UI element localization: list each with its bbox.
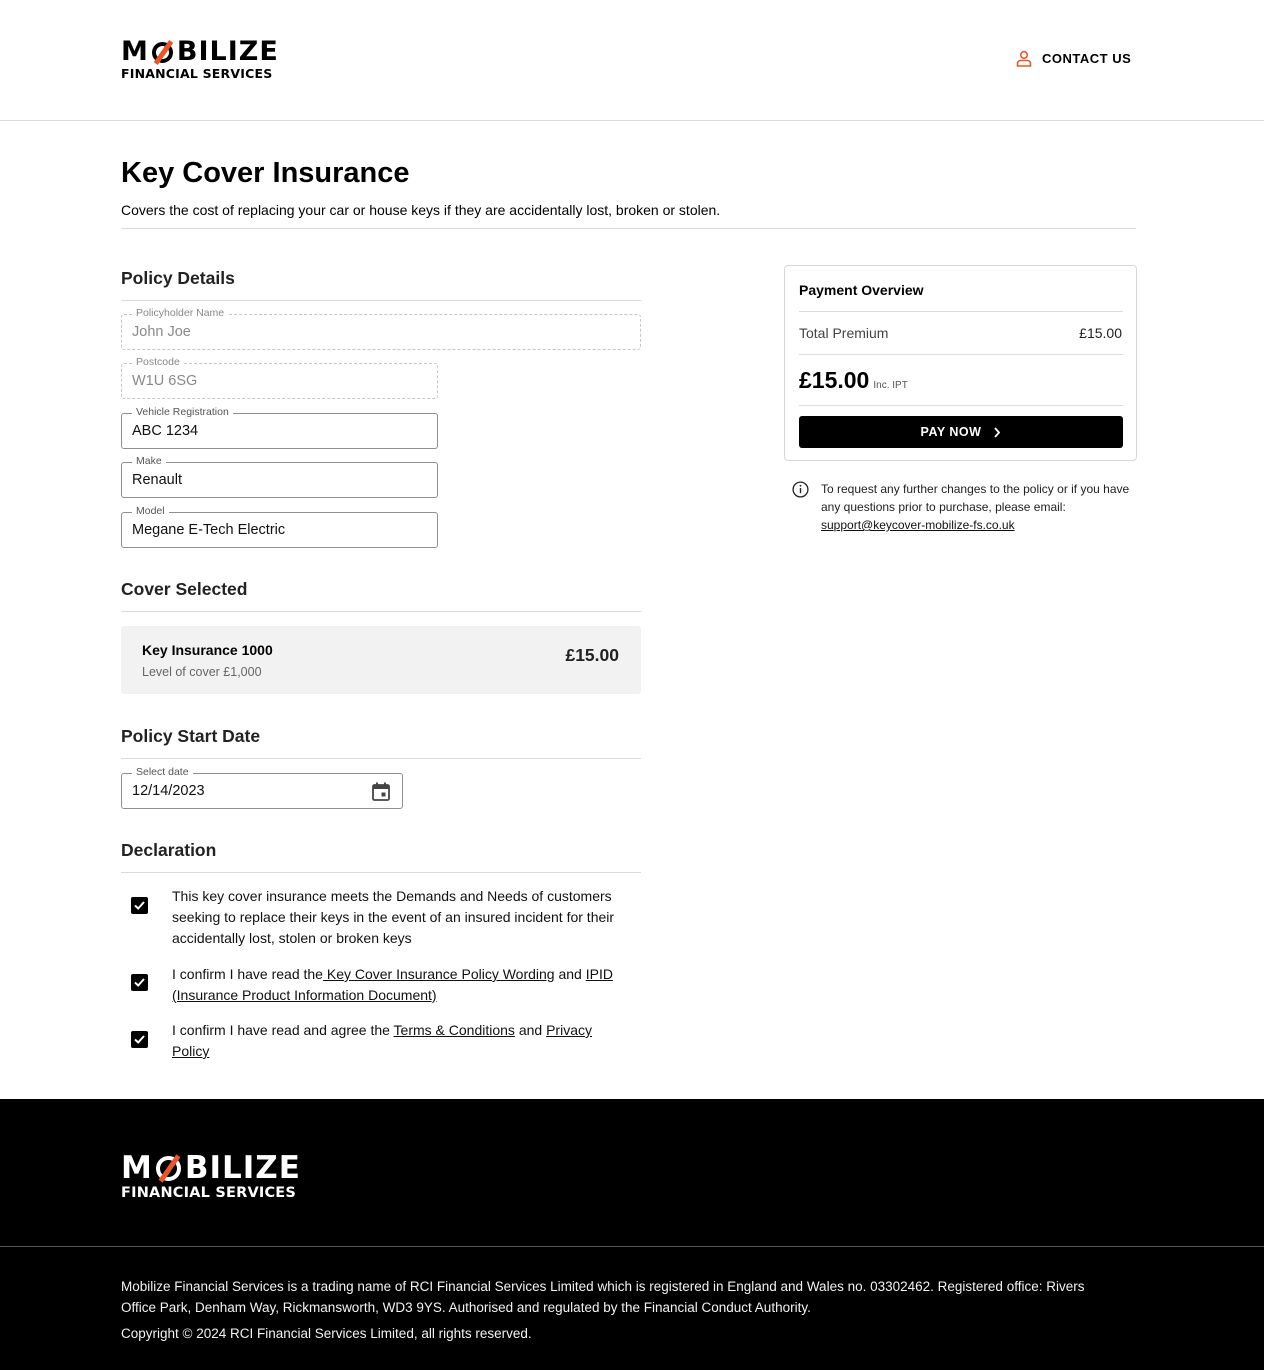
model-value: Megane E-Tech Electric (132, 522, 286, 538)
start-date-label: Select date (132, 766, 193, 778)
start-date-input[interactable]: Select date 12/14/2023 (121, 766, 403, 809)
postcode-value: W1U 6SG (132, 373, 198, 389)
calendar-icon[interactable] (372, 782, 390, 801)
start-date-value: 12/14/2023 (132, 783, 205, 799)
declaration-checkbox-2[interactable] (131, 974, 148, 991)
cover-level: Level of cover £1,000 (142, 665, 262, 679)
postcode-field[interactable]: Postcode W1U 6SG (121, 356, 438, 399)
payment-overview-title: Payment Overview (799, 282, 924, 298)
footer-mobilize-logo[interactable]: M BILIZE FINANCIAL SERVICES (121, 1152, 301, 1201)
logo-slashed-o-icon (154, 1154, 184, 1183)
policyholder-name-label: Policyholder Name (132, 307, 229, 319)
cover-price: £15.00 (565, 645, 619, 665)
total-amount-note: Inc. IPT (873, 380, 908, 391)
checkmark-icon (134, 1035, 145, 1044)
total-amount-value: £15.00 (799, 367, 870, 393)
info-icon (792, 481, 809, 498)
declaration-text-3: I confirm I have read and agree the Term… (172, 1022, 592, 1059)
divider (121, 228, 1136, 229)
policyholder-name-value: John Joe (132, 324, 191, 340)
support-info: To request any further changes to the po… (821, 482, 1130, 532)
model-label: Model (132, 505, 169, 517)
site-footer: M BILIZE FINANCIAL SERVICES Mobilize Fin… (0, 1099, 1264, 1370)
vehicle-registration-label: Vehicle Registration (132, 406, 233, 418)
postcode-label: Postcode (132, 356, 184, 368)
cover-card: Key Insurance 1000 Level of cover £1,000… (121, 626, 641, 694)
declaration-text-1: This key cover insurance meets the Deman… (172, 888, 615, 946)
checkmark-icon (134, 901, 145, 910)
policy-wording-link[interactable]: Key Cover Insurance Policy Wording (323, 966, 555, 982)
footer-legal-text: Mobilize Financial Services is a trading… (121, 1279, 1085, 1315)
total-amount: £15.00 Inc. IPT (799, 367, 908, 394)
mobilize-logo[interactable]: M BILIZE FINANCIAL SERVICES (121, 38, 279, 81)
page-subtitle: Covers the cost of replacing your car or… (121, 202, 721, 218)
divider (121, 300, 641, 301)
total-premium-label: Total Premium (799, 325, 889, 341)
divider (121, 758, 641, 759)
model-field[interactable]: Model Megane E-Tech Electric (121, 505, 438, 548)
policy-start-date-heading: Policy Start Date (121, 726, 261, 746)
policy-details-heading: Policy Details (121, 268, 235, 288)
make-value: Renault (132, 472, 182, 488)
chevron-right-icon (994, 426, 1001, 438)
declaration-checkbox-3[interactable] (131, 1031, 148, 1048)
pay-now-button[interactable]: PAY NOW (799, 416, 1123, 448)
contact-us-label: CONTACT US (1042, 51, 1132, 66)
terms-conditions-link[interactable]: Terms & Conditions (394, 1022, 515, 1038)
declaration-checkbox-1[interactable] (131, 897, 148, 914)
divider (799, 311, 1123, 312)
make-label: Make (132, 455, 166, 467)
payment-overview-card: Payment Overview Total Premium £15.00 £1… (784, 265, 1137, 461)
user-icon (1016, 50, 1032, 67)
footer-copyright: Copyright © 2024 RCI Financial Services … (121, 1326, 532, 1341)
policyholder-name-field[interactable]: Policyholder Name John Joe (121, 307, 641, 350)
vehicle-registration-field[interactable]: Vehicle Registration ABC 1234 (121, 406, 438, 449)
checkmark-icon (134, 978, 145, 987)
logo-slashed-o-icon (150, 40, 176, 65)
pay-now-label: PAY NOW (920, 425, 982, 439)
vehicle-registration-value: ABC 1234 (132, 423, 199, 439)
contact-us-link[interactable]: CONTACT US (1016, 50, 1131, 67)
declaration-heading: Declaration (121, 840, 217, 860)
total-premium-value: £15.00 (1079, 325, 1122, 341)
divider (121, 872, 641, 873)
support-email-link[interactable]: support@keycover-mobilize-fs.co.uk (821, 518, 1015, 532)
page-title: Key Cover Insurance (121, 157, 410, 189)
divider (121, 611, 641, 612)
divider (799, 405, 1123, 406)
declaration-text-2: I confirm I have read the Key Cover Insu… (172, 966, 613, 1003)
divider (799, 354, 1123, 355)
make-field[interactable]: Make Renault (121, 455, 438, 498)
cover-name: Key Insurance 1000 (142, 642, 273, 658)
divider (0, 1246, 1264, 1247)
site-header: M BILIZE FINANCIAL SERVICES CONTACT US (0, 0, 1264, 121)
cover-selected-heading: Cover Selected (121, 579, 248, 599)
